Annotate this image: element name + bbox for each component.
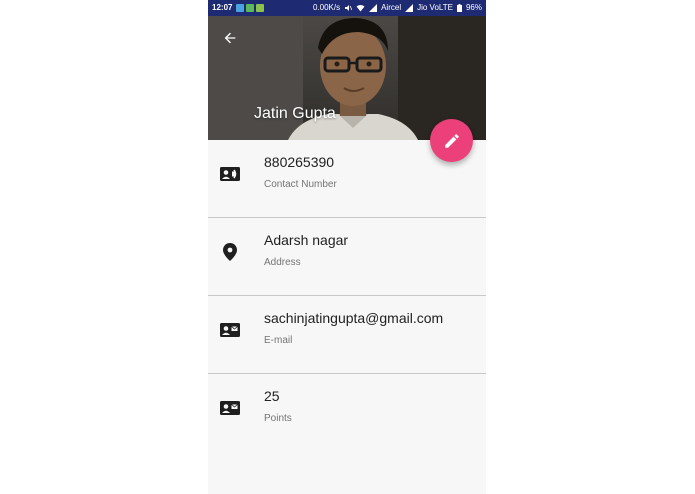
email-label: E-mail <box>264 335 293 346</box>
status-bar: 12:07 0.00K/s Aircel Jio VoLTE 96% <box>208 0 486 16</box>
mute-icon <box>345 5 353 11</box>
back-button[interactable] <box>220 28 240 48</box>
wifi-icon <box>356 4 365 12</box>
contact-number-value: 880265390 <box>264 154 335 170</box>
carrier-1: Aircel <box>381 3 402 12</box>
phone-screen: 12:07 0.00K/s Aircel Jio VoLTE 96% Jatin… <box>208 0 486 494</box>
signal-icon <box>405 4 414 12</box>
points-row: 25 Points <box>208 374 486 451</box>
location-pin-icon <box>220 242 240 262</box>
email-row: sachinjatingupta@gmail.com E-mail <box>208 296 486 374</box>
points-label: Points <box>264 413 292 424</box>
battery-icon <box>456 4 462 12</box>
notification-icons <box>236 4 265 12</box>
pencil-icon <box>444 133 459 148</box>
notification-icon <box>236 4 245 12</box>
contact-number-label: Contact Number <box>264 179 337 190</box>
status-right: 0.00K/s Aircel Jio VoLTE 96% <box>313 0 482 16</box>
edit-profile-button[interactable] <box>430 119 473 162</box>
notification-icon <box>246 4 255 12</box>
profile-name: Jatin Gupta <box>254 105 336 122</box>
contact-card-icon <box>220 164 240 184</box>
email-value: sachinjatingupta@gmail.com <box>264 310 444 326</box>
carrier-2: Jio VoLTE <box>417 3 453 12</box>
network-speed: 0.00K/s <box>312 3 341 12</box>
profile-details-list: 880265390 Contact Number Adarsh nagar Ad… <box>208 140 486 451</box>
points-value: 25 <box>264 388 280 404</box>
status-time: 12:07 <box>212 3 233 12</box>
address-row: Adarsh nagar Address <box>208 218 486 296</box>
email-card-icon <box>220 320 240 340</box>
arrow-back-icon <box>224 32 236 44</box>
notification-icon <box>256 4 265 12</box>
address-value: Adarsh nagar <box>264 232 349 248</box>
signal-icon <box>369 4 378 12</box>
points-card-icon <box>220 398 240 418</box>
address-label: Address <box>264 257 301 268</box>
battery-level: 96% <box>465 3 482 12</box>
